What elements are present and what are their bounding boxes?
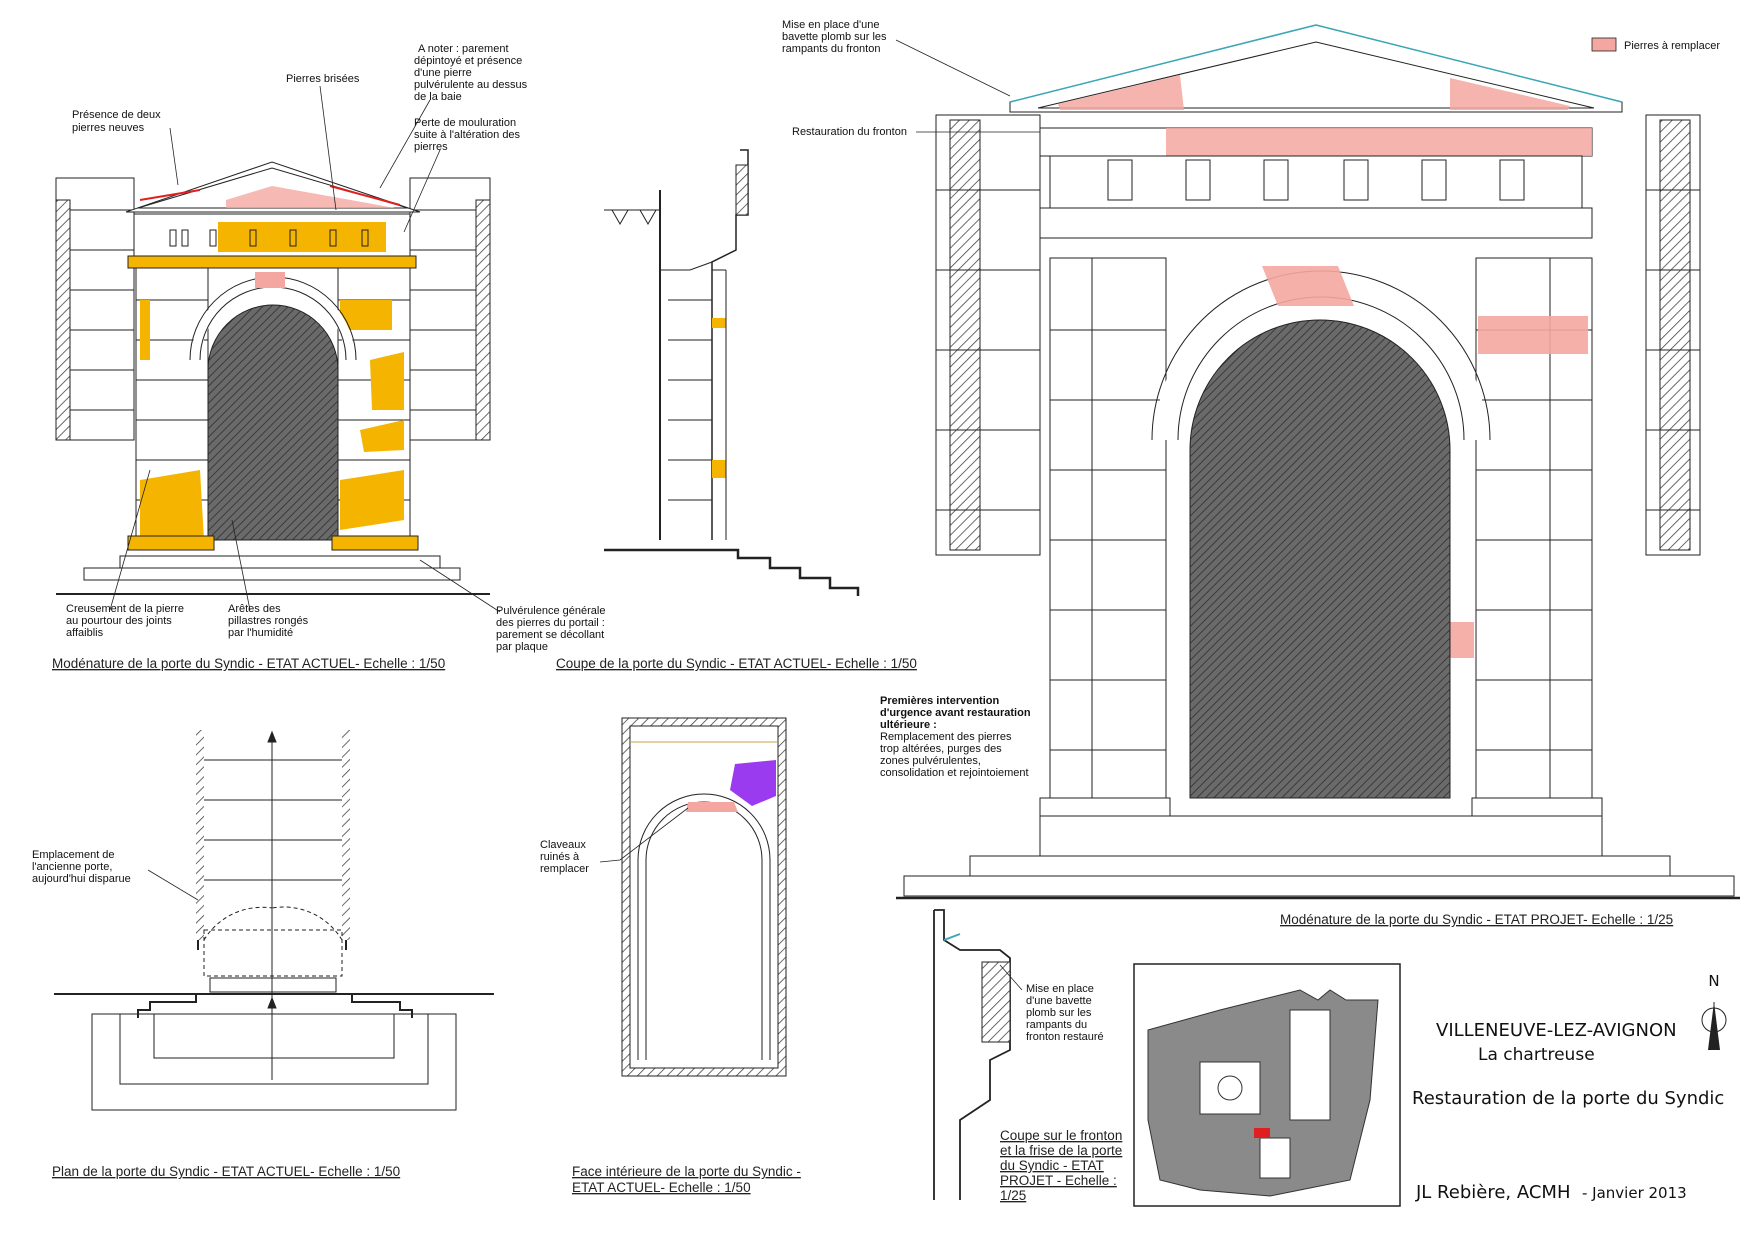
annotation-bavette2: Mise en place d'une bavette plomb sur les r…	[1026, 983, 1104, 1043]
annotation-pulverulence: Pulvérulence générale des pierres du port…	[496, 605, 605, 653]
caption-plan-actuel: Plan de la porte du Syndic - ETAT ACTUEL…	[52, 1164, 400, 1179]
annotation-premieres: Remplacement des pierres trop altérées, p…	[880, 731, 1029, 779]
annotation-emplacement: Emplacement de l'ancienne porte, aujourd'h…	[32, 849, 131, 885]
drawing-sheet: N Pierres à remplacer Présence de deux pi…	[32, 19, 1740, 1207]
annotation-bavette: Mise en place d'une bavette plomb sur les…	[782, 19, 887, 55]
annotation-anoter: A noter : parement dépintoyé et présence d…	[414, 43, 528, 103]
elevation-current-view	[55, 161, 491, 595]
annotation-perte: Perte de mouluration suite à l'altération…	[414, 117, 521, 153]
legend-label: Pierres à remplacer	[1624, 40, 1720, 52]
title-project: Restauration de la porte du Syndic	[1412, 1088, 1724, 1109]
legend: Pierres à remplacer	[1591, 37, 1720, 52]
north-label: N	[1708, 972, 1719, 990]
interior-face-view	[621, 717, 787, 1077]
title-city: VILLENEUVE-LEZ-AVIGNON	[1436, 1020, 1677, 1041]
caption-modenature-actuel: Modénature de la porte du Syndic - ETAT …	[52, 656, 445, 671]
caption-modenature-projet: Modénature de la porte du Syndic - ETAT …	[1280, 912, 1673, 927]
title-author: JL Rebière, ACMH	[1415, 1182, 1571, 1203]
annotation-aretes: Arêtes des pillastres rongés par l'humidit…	[228, 603, 309, 639]
annotation-creusement: Creusement de la pierre au pourtour des j…	[66, 603, 184, 639]
caption-coupe-fronton: Coupe sur le fronton et la frise de la po…	[1000, 1128, 1122, 1203]
pediment-section-view	[933, 909, 1011, 1200]
annotation-claveaux: Claveaux ruinés à remplacer	[540, 839, 589, 875]
title-date: - Janvier 2013	[1582, 1184, 1687, 1202]
annotation-restauration-fronton: Restauration du fronton	[792, 126, 907, 138]
site-plan-map	[1133, 963, 1401, 1207]
porte-location-marker	[1254, 1128, 1270, 1138]
title-site: La chartreuse	[1478, 1045, 1595, 1065]
legend-swatch	[1591, 37, 1617, 52]
annotation-presence: Présence de deux pierres neuves	[72, 109, 161, 134]
annotation-brisees: Pierres brisées	[286, 73, 360, 85]
section-current-view	[604, 149, 860, 596]
title-block: VILLENEUVE-LEZ-AVIGNON La chartreuse Res…	[1412, 1020, 1724, 1203]
annotation-premieres-title: Premières intervention d'urgence avant re…	[880, 695, 1031, 731]
plan-current-view	[54, 730, 494, 1111]
caption-coupe-actuel: Coupe de la porte du Syndic - ETAT ACTUE…	[556, 656, 917, 671]
caption-face-interieure: Face intérieure de la porte du Syndic -E…	[572, 1164, 801, 1195]
north-arrow: N	[1701, 972, 1727, 1050]
